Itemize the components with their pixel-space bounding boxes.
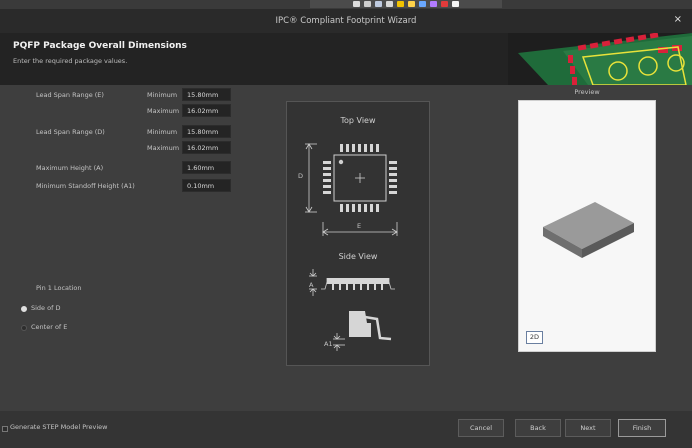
- package-3d-model: [543, 202, 634, 258]
- wizard-content: Lead Span Range (E) Minimum Maximum Lead…: [0, 85, 692, 411]
- tool-icon-1[interactable]: [353, 1, 360, 7]
- package-diagram: Top View D E Side View A A1: [286, 101, 430, 366]
- preview-label: Preview: [574, 88, 600, 96]
- e-minimum-label: Minimum: [147, 91, 178, 99]
- dim-a-label: A: [309, 281, 314, 289]
- next-button[interactable]: Next: [565, 419, 611, 437]
- e-max-input[interactable]: [182, 104, 231, 117]
- max-height-label: Maximum Height (A): [36, 164, 104, 172]
- side-view-label: Side View: [338, 252, 378, 261]
- side-view-drawing: [309, 269, 395, 351]
- d-max-input[interactable]: [182, 141, 231, 154]
- pin1-center-of-e-label[interactable]: Center of E: [31, 323, 67, 331]
- tool-icon-10[interactable]: [452, 1, 459, 7]
- window-title: IPC® Compliant Footprint Wizard: [275, 16, 417, 26]
- tool-icon-8[interactable]: [430, 1, 437, 7]
- lead-span-e-label: Lead Span Range (E): [36, 91, 104, 99]
- generate-step-checkbox[interactable]: [2, 426, 8, 432]
- cancel-button[interactable]: Cancel: [458, 419, 504, 437]
- d-min-input[interactable]: [182, 125, 231, 138]
- pcb-banner-image: [508, 33, 692, 85]
- page-subtitle: Enter the required package values.: [13, 57, 128, 65]
- wizard-header: PQFP Package Overall Dimensions Enter th…: [0, 33, 692, 85]
- tool-icon-5[interactable]: [397, 1, 404, 7]
- e-maximum-label: Maximum: [147, 107, 180, 115]
- d-minimum-label: Minimum: [147, 128, 178, 136]
- view-2d-button[interactable]: 2D: [526, 331, 543, 344]
- preview-pane[interactable]: 2D: [518, 100, 656, 352]
- tool-icon-6[interactable]: [408, 1, 415, 7]
- min-standoff-input[interactable]: [182, 179, 231, 192]
- pin1-center-of-e-radio[interactable]: [21, 325, 27, 331]
- back-button[interactable]: Back: [515, 419, 561, 437]
- wizard-footer: Generate STEP Model Preview Cancel Back …: [0, 411, 692, 448]
- finish-button[interactable]: Finish: [618, 419, 666, 437]
- max-height-input[interactable]: [182, 161, 231, 174]
- e-min-input[interactable]: [182, 88, 231, 101]
- tool-icon-3[interactable]: [375, 1, 382, 7]
- dim-d-label: D: [298, 172, 304, 180]
- window-titlebar: IPC® Compliant Footprint Wizard ×: [0, 9, 692, 33]
- generate-step-label[interactable]: Generate STEP Model Preview: [10, 423, 108, 431]
- tool-icon-7[interactable]: [419, 1, 426, 7]
- dim-e-label: E: [357, 222, 362, 230]
- tool-icon-2[interactable]: [364, 1, 371, 7]
- min-standoff-label: Minimum Standoff Height (A1): [36, 182, 135, 190]
- pin1-side-of-d-radio[interactable]: [21, 306, 27, 312]
- d-maximum-label: Maximum: [147, 144, 180, 152]
- lead-span-d-label: Lead Span Range (D): [36, 128, 105, 136]
- floating-toolbar: [310, 0, 502, 8]
- pin1-location-label: Pin 1 Location: [36, 284, 82, 292]
- page-title: PQFP Package Overall Dimensions: [13, 41, 187, 51]
- close-icon[interactable]: ×: [674, 9, 682, 31]
- tool-icon-4[interactable]: [386, 1, 393, 7]
- dim-a1-label: A1: [324, 340, 333, 348]
- pin1-side-of-d-label[interactable]: Side of D: [31, 304, 60, 312]
- tool-icon-9[interactable]: [441, 1, 448, 7]
- top-view-label: Top View: [340, 116, 376, 125]
